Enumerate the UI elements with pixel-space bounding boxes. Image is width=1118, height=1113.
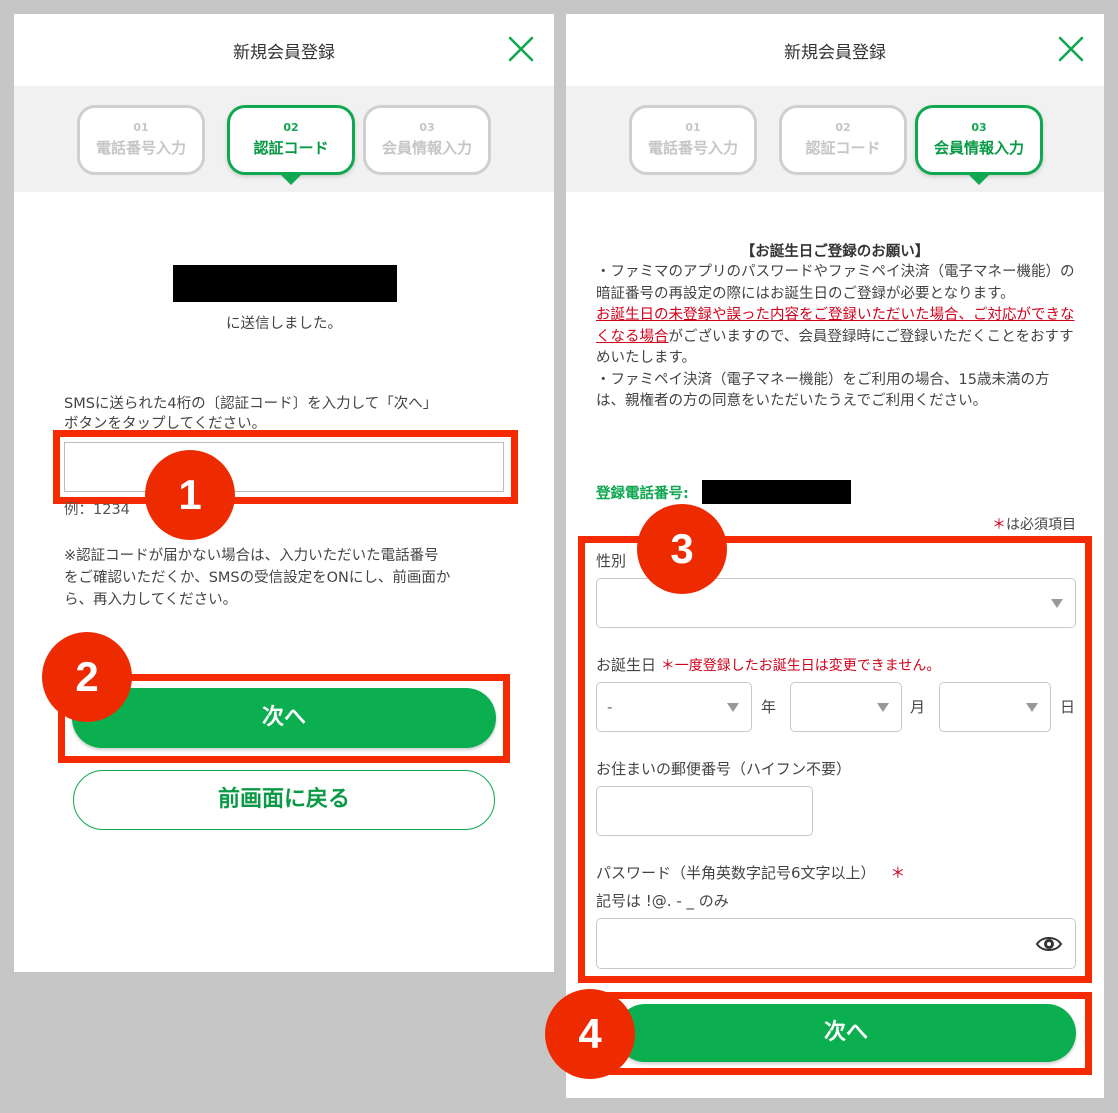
step-indicator: 01 電話番号入力 02 認証コード 03 会員情報入力 [566,86,1104,192]
sent-message: に送信しました。 [226,316,342,332]
active-step-pointer [281,175,301,185]
highlight-box-4 [602,992,1092,1075]
highlight-box-1 [53,430,518,504]
step-member-info: 03 会員情報入力 [915,105,1043,175]
page-title: 新規会員登録 [784,43,886,63]
redacted-phone-number [702,480,851,504]
note-line-2: をご確認いただくか、SMSの受信設定をONにし、前画面か [64,570,451,586]
step-phone-number: 01 電話番号入力 [629,105,757,175]
required-note: ＊は必須項目 [992,514,1076,534]
notice-paragraph-2: がございますので、会員登録時にご登録いただくことをおすすめいたします。 [596,328,1074,367]
highlight-box-3 [578,536,1092,983]
step-verification-code: 02 認証コード [779,105,907,175]
step-badge-1: 1 [145,450,235,540]
notice-paragraph-1: ・ファミマのアプリのパスワードやファミペイ決済（電子マネー機能）の暗証番号の再設… [596,264,1075,302]
back-button[interactable]: 前画面に戻る [73,770,495,830]
active-step-pointer [969,175,989,185]
close-icon[interactable] [508,36,534,62]
note-line-3: ら、再入力してください。 [64,592,238,608]
notice-paragraph-3: ・ファミペイ決済（電子マネー機能）をご利用の場合、15歳未満の方は、親権者の方の… [596,371,1050,410]
redacted-phone-number [173,265,397,302]
required-text: は必須項目 [1006,517,1076,533]
step-member-info: 03 会員情報入力 [363,105,491,175]
birthday-notice-body: ・ファミマのアプリのパスワードやファミペイ決済（電子マネー機能）の暗証番号の再設… [596,262,1076,413]
instruction-line-1: SMSに送られた4桁の〔認証コード〕を入力して「次へ」 [64,396,438,412]
verification-code-screen: 新規会員登録 01 電話番号入力 02 認証コード 03 会員情報入力 に送信し… [14,14,554,972]
registered-phone-label: 登録電話番号: [596,486,689,502]
step-verification-code: 02 認証コード [227,105,355,175]
step-indicator: 01 電話番号入力 02 認証コード 03 会員情報入力 [14,86,554,192]
required-star: ＊ [992,517,1006,533]
page-title: 新規会員登録 [233,43,335,63]
step-phone-number: 01 電話番号入力 [77,105,205,175]
step-badge-3: 3 [637,504,727,594]
step-badge-2: 2 [42,632,132,722]
close-icon[interactable] [1058,36,1084,62]
code-example: 例：1234 [64,502,130,518]
birthday-notice-title: 【お誕生日ご登録のお願い】 [740,244,930,260]
note-line-1: ※認証コードが届かない場合は、入力いただいた電話番号 [64,548,439,564]
step-badge-4: 4 [545,989,635,1079]
